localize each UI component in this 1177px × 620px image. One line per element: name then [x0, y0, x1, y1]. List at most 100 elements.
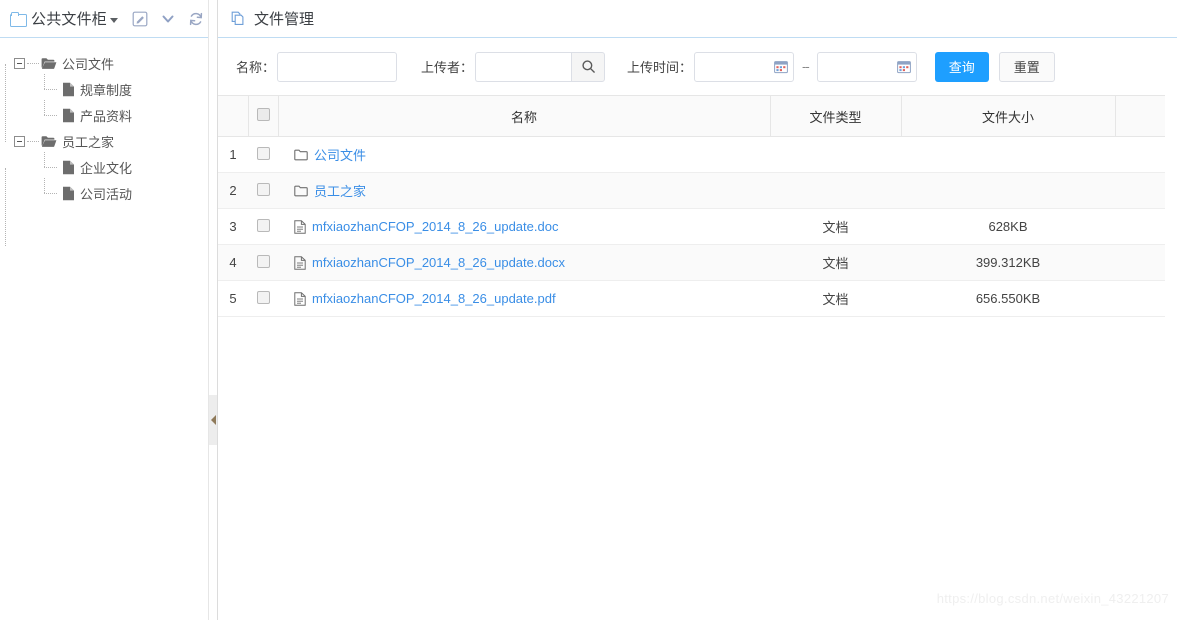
folder-outline-icon: [10, 12, 27, 27]
uploader-search-button[interactable]: [571, 51, 606, 82]
row-checkbox[interactable]: [256, 182, 270, 196]
tree-node-label[interactable]: 企业文化: [80, 158, 132, 177]
refresh-icon[interactable]: [188, 11, 204, 27]
file-icon: [62, 82, 75, 97]
row-name-link[interactable]: 公司文件: [314, 145, 366, 164]
row-index: 5: [218, 280, 248, 317]
th-file-type[interactable]: 文件类型: [770, 95, 902, 137]
table-row[interactable]: 2 员工之家: [218, 172, 1165, 209]
row-name-cell: mfxiaozhanCFOP_2014_8_26_update.pdf: [278, 280, 770, 317]
panel-splitter[interactable]: [208, 0, 218, 620]
date-start-input[interactable]: [694, 51, 795, 82]
th-file-size[interactable]: 文件大小: [901, 95, 1116, 137]
row-name-link[interactable]: mfxiaozhanCFOP_2014_8_26_update.doc: [312, 219, 558, 234]
select-all-checkbox[interactable]: [256, 108, 270, 121]
cabinet-title[interactable]: 公共文件柜: [31, 8, 107, 29]
chevron-down-icon[interactable]: [160, 11, 176, 27]
tree-node-product-docs[interactable]: 产品资料: [14, 100, 218, 128]
file-icon: [62, 160, 75, 175]
watermark: https://blog.csdn.net/weixin_43221207: [936, 591, 1169, 606]
row-checkbox-cell: [248, 172, 278, 209]
tree-connector: [27, 140, 39, 142]
cabinet-header-actions: [132, 11, 204, 27]
cabinet-header: 公共文件柜: [0, 0, 218, 38]
file-icon: [294, 219, 306, 234]
th-select-all: [248, 95, 279, 137]
file-table-head: 名称 文件类型 文件大小: [218, 95, 1165, 137]
row-checkbox[interactable]: [256, 218, 270, 232]
row-file-type: 文档: [770, 208, 901, 245]
row-index: 1: [218, 136, 248, 173]
file-table: 名称 文件类型 文件大小 1 公司文件 2 员工之家 3 mfxiaozhanC…: [218, 95, 1165, 317]
file-icon: [294, 291, 306, 306]
query-button[interactable]: 查询: [934, 51, 989, 82]
row-file-type: 文档: [770, 280, 901, 317]
tree-expander-icon[interactable]: [14, 135, 25, 147]
row-name-link[interactable]: mfxiaozhanCFOP_2014_8_26_update.pdf: [312, 291, 556, 306]
row-extra: [1115, 136, 1165, 173]
row-index: 4: [218, 244, 248, 281]
row-file-type: 文档: [770, 244, 901, 281]
tree-connector: [27, 62, 39, 64]
file-management-panel: 文件管理 名称： 上传者： 上传时间： -- 查询 重置 名称 文件类型 文件大…: [218, 0, 1177, 620]
table-row[interactable]: 4 mfxiaozhanCFOP_2014_8_26_update.docx 文…: [218, 244, 1165, 281]
uploader-field-label: 上传者：: [421, 60, 474, 75]
tree-node-label[interactable]: 产品资料: [80, 106, 132, 125]
page-title: 文件管理: [254, 11, 315, 28]
row-file-size: 399.312KB: [901, 244, 1115, 281]
row-checkbox[interactable]: [256, 146, 270, 160]
row-extra: [1115, 280, 1165, 317]
row-name-link[interactable]: 员工之家: [314, 181, 366, 200]
left-tree-panel: 公共文件柜 公司文件 规章制度 产品资料 员工之家 企业文化 公司活动: [0, 0, 218, 620]
file-icon: [62, 108, 75, 123]
tree-node-label[interactable]: 员工之家: [62, 132, 114, 151]
triangle-left-icon: [211, 415, 216, 425]
tree-node-label[interactable]: 规章制度: [80, 80, 132, 99]
row-name-cell: 员工之家: [278, 172, 770, 209]
name-field-label: 名称：: [236, 60, 276, 75]
upload-time-field-label: 上传时间：: [627, 60, 693, 75]
tree-node-culture[interactable]: 企业文化: [14, 152, 218, 180]
th-extra: [1115, 95, 1165, 137]
tree-connector: [44, 178, 60, 206]
tree-node-rules[interactable]: 规章制度: [14, 74, 218, 102]
row-file-size: [901, 172, 1115, 209]
reset-button[interactable]: 重置: [998, 51, 1055, 82]
tree-node-label[interactable]: 公司活动: [80, 184, 132, 203]
table-row[interactable]: 5 mfxiaozhanCFOP_2014_8_26_update.pdf 文档…: [218, 280, 1165, 317]
uploader-input[interactable]: [475, 51, 572, 82]
tree-expander-icon[interactable]: [14, 57, 25, 69]
row-file-type: [770, 172, 901, 209]
row-index: 2: [218, 172, 248, 209]
row-checkbox[interactable]: [256, 290, 270, 304]
row-name-cell: mfxiaozhanCFOP_2014_8_26_update.docx: [278, 244, 770, 281]
edit-icon[interactable]: [132, 11, 148, 27]
search-toolbar: 名称： 上传者： 上传时间： -- 查询 重置: [218, 38, 1177, 95]
tree-node-label[interactable]: 公司文件: [62, 54, 114, 73]
table-row[interactable]: 3 mfxiaozhanCFOP_2014_8_26_update.doc 文档…: [218, 208, 1165, 245]
file-icon: [294, 255, 306, 270]
file-manager-app: 公共文件柜 公司文件 规章制度 产品资料 员工之家 企业文化 公司活动 文件管理…: [0, 0, 1177, 620]
row-file-size: 656.550KB: [901, 280, 1115, 317]
row-extra: [1115, 172, 1165, 209]
date-end-input[interactable]: [816, 51, 917, 82]
table-row[interactable]: 1 公司文件: [218, 136, 1165, 173]
date-range-separator: --: [802, 59, 810, 74]
row-file-size: 628KB: [901, 208, 1115, 245]
caret-down-icon[interactable]: [110, 18, 119, 23]
th-name[interactable]: 名称: [278, 95, 771, 137]
row-checkbox-cell: [248, 136, 278, 173]
row-name-link[interactable]: mfxiaozhanCFOP_2014_8_26_update.docx: [312, 255, 565, 270]
tree-node-activities[interactable]: 公司活动: [14, 178, 218, 206]
panel-header: 文件管理: [218, 0, 1177, 38]
tree-node-staff-home[interactable]: 员工之家: [14, 128, 218, 154]
date-start-wrap: [694, 51, 795, 82]
row-checkbox-cell: [248, 244, 278, 281]
row-index: 3: [218, 208, 248, 245]
folder-open-icon: [41, 57, 57, 70]
tree-guide-line: [5, 64, 6, 142]
row-checkbox[interactable]: [256, 254, 270, 268]
tree-node-company-files[interactable]: 公司文件: [14, 50, 218, 76]
name-input[interactable]: [277, 51, 398, 82]
uploader-input-group: [475, 51, 606, 82]
